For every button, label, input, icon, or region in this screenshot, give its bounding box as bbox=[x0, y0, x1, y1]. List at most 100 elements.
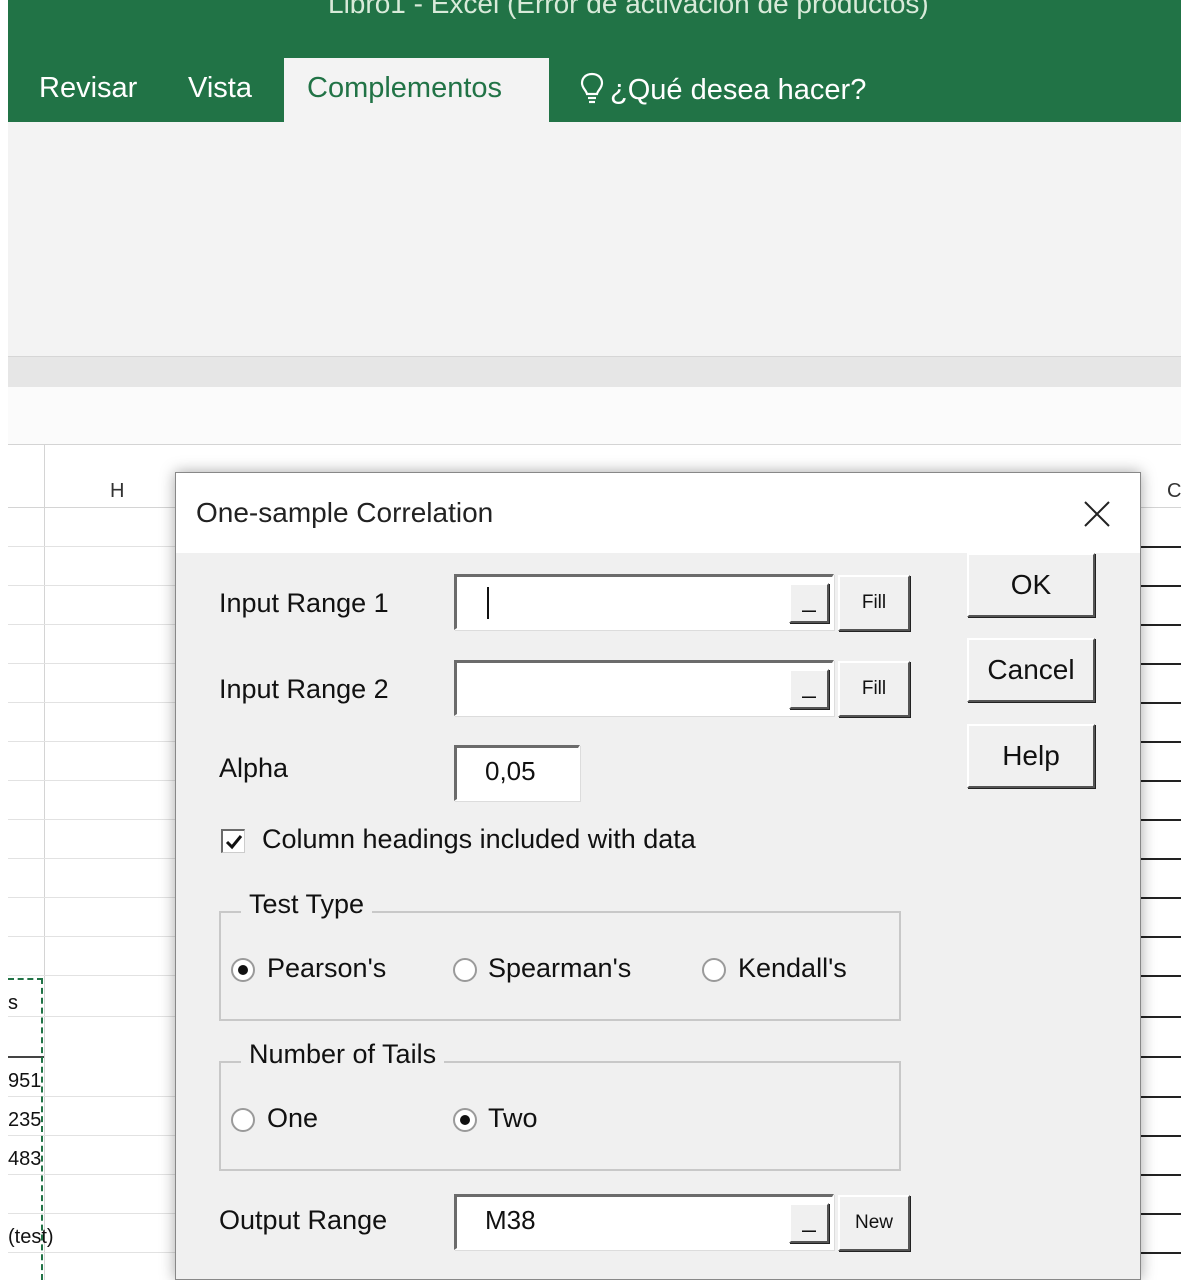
one-tail-label[interactable]: One bbox=[267, 1103, 318, 1134]
cell-border bbox=[8, 1056, 44, 1058]
column-headings-label[interactable]: Column headings included with data bbox=[262, 824, 696, 855]
gridline bbox=[8, 1016, 178, 1017]
dialog-title-bar: One-sample Correlation bbox=[176, 473, 1140, 553]
cell-border bbox=[1141, 1016, 1181, 1018]
gridline bbox=[8, 624, 178, 625]
cell-border bbox=[1141, 741, 1181, 743]
gridline bbox=[8, 897, 178, 898]
column-header-h[interactable]: H bbox=[110, 480, 124, 503]
gridline bbox=[8, 741, 178, 742]
output-range-field[interactable]: M38 _ bbox=[454, 1194, 834, 1250]
input-range-1-field[interactable]: _ bbox=[454, 574, 834, 630]
column-headings-checkbox[interactable] bbox=[221, 829, 245, 853]
cell-border bbox=[1141, 858, 1181, 860]
text-caret bbox=[487, 587, 489, 619]
number-of-tails-title: Number of Tails bbox=[241, 1039, 445, 1070]
lightbulb-icon bbox=[580, 72, 604, 104]
input-range-2-label: Input Range 2 bbox=[219, 674, 389, 704]
spearmans-label[interactable]: Spearman's bbox=[488, 953, 631, 984]
test-type-group: Test Type Pearson's Spearman's Kendall's bbox=[219, 889, 901, 1021]
gridline bbox=[8, 546, 178, 547]
test-type-title: Test Type bbox=[241, 889, 373, 920]
radio-spearmans[interactable] bbox=[453, 958, 477, 982]
tell-me-text: ¿Qué desea hacer? bbox=[610, 74, 867, 106]
gridline bbox=[8, 780, 178, 781]
cell-border bbox=[1141, 1096, 1181, 1098]
alpha-field[interactable]: 0,05 bbox=[454, 745, 580, 801]
cell-border bbox=[1141, 1056, 1181, 1058]
column-header-next[interactable]: C bbox=[1167, 480, 1181, 503]
gridline bbox=[8, 1252, 178, 1253]
cell-border bbox=[1141, 1252, 1181, 1254]
fill-button-2[interactable]: Fill bbox=[838, 661, 910, 717]
input-range-1-label: Input Range 1 bbox=[219, 588, 389, 618]
cell-border bbox=[1141, 819, 1181, 821]
cell-border bbox=[1141, 780, 1181, 782]
cell-border bbox=[1141, 1135, 1181, 1137]
tab-vista[interactable]: Vista bbox=[188, 72, 252, 105]
copy-marquee bbox=[8, 978, 43, 980]
cell-border bbox=[1141, 897, 1181, 899]
cancel-button[interactable]: Cancel bbox=[967, 638, 1095, 702]
radio-pearsons[interactable] bbox=[231, 958, 255, 982]
input-range-2-field[interactable]: _ bbox=[454, 660, 834, 716]
gridline bbox=[8, 663, 178, 664]
gridline bbox=[8, 1213, 178, 1214]
fill-button-1[interactable]: Fill bbox=[838, 575, 910, 631]
cell-border bbox=[1141, 624, 1181, 626]
gridline bbox=[8, 858, 178, 859]
gridline bbox=[8, 819, 178, 820]
new-sheet-button[interactable]: New bbox=[838, 1195, 910, 1251]
cell-border bbox=[1141, 975, 1181, 977]
gridline bbox=[8, 975, 178, 976]
cell-value[interactable]: (test) bbox=[8, 1226, 54, 1249]
two-tails-label[interactable]: Two bbox=[488, 1103, 538, 1134]
title-bar: Libro1 - Excel (Error de activación de p… bbox=[8, 0, 1181, 38]
range-select-button[interactable]: _ bbox=[789, 669, 829, 709]
output-range-label: Output Range bbox=[219, 1205, 388, 1235]
one-sample-correlation-dialog: One-sample Correlation Input Range 1 _ F… bbox=[175, 472, 1141, 1280]
formula-bar[interactable] bbox=[8, 387, 1181, 445]
ribbon-body bbox=[8, 122, 1181, 356]
output-range-value: M38 bbox=[485, 1205, 536, 1235]
radio-one-tail[interactable] bbox=[231, 1108, 255, 1132]
window-title: Libro1 - Excel (Error de activación de p… bbox=[328, 0, 929, 19]
cell-border bbox=[1141, 936, 1181, 938]
tab-complementos[interactable]: Complementos bbox=[284, 58, 549, 122]
gridline bbox=[8, 1135, 178, 1136]
tab-complementos-label: Complementos bbox=[307, 72, 503, 104]
radio-two-tails[interactable] bbox=[453, 1108, 477, 1132]
column-separator bbox=[44, 445, 45, 1280]
ok-button[interactable]: OK bbox=[967, 553, 1095, 617]
copy-marquee bbox=[41, 978, 43, 1280]
kendalls-label[interactable]: Kendall's bbox=[738, 953, 847, 984]
alpha-value: 0,05 bbox=[485, 756, 536, 786]
tab-revisar[interactable]: Revisar bbox=[39, 72, 137, 105]
range-select-button[interactable]: _ bbox=[789, 583, 829, 623]
cell-border bbox=[1141, 702, 1181, 704]
gridline bbox=[8, 702, 178, 703]
cell-value[interactable]: s bbox=[8, 992, 18, 1015]
dialog-title: One-sample Correlation bbox=[196, 497, 494, 528]
tell-me-box[interactable]: ¿Qué desea hacer? bbox=[580, 71, 866, 107]
cell-value[interactable]: 235 bbox=[8, 1109, 41, 1132]
cell-value[interactable]: 951 bbox=[8, 1070, 41, 1093]
range-select-button[interactable]: _ bbox=[789, 1203, 829, 1243]
number-of-tails-group: Number of Tails One Two bbox=[219, 1039, 901, 1171]
cell-value[interactable]: 483 bbox=[8, 1148, 41, 1171]
radio-kendalls[interactable] bbox=[702, 958, 726, 982]
ribbon-collapse-strip bbox=[8, 356, 1181, 388]
ribbon-tab-row: Revisar Vista Complementos ¿Qué desea ha… bbox=[8, 38, 1181, 122]
cell-border bbox=[1141, 1174, 1181, 1176]
pearsons-label[interactable]: Pearson's bbox=[267, 953, 386, 984]
cell-border bbox=[1141, 546, 1181, 548]
window-edge bbox=[0, 0, 8, 1280]
gridline bbox=[8, 936, 178, 937]
gridline bbox=[8, 1096, 178, 1097]
help-button[interactable]: Help bbox=[967, 724, 1095, 788]
gridline bbox=[8, 585, 178, 586]
cell-border bbox=[1141, 663, 1181, 665]
close-icon[interactable] bbox=[1080, 497, 1114, 531]
cell-border bbox=[1141, 585, 1181, 587]
checkmark-icon bbox=[225, 835, 243, 850]
